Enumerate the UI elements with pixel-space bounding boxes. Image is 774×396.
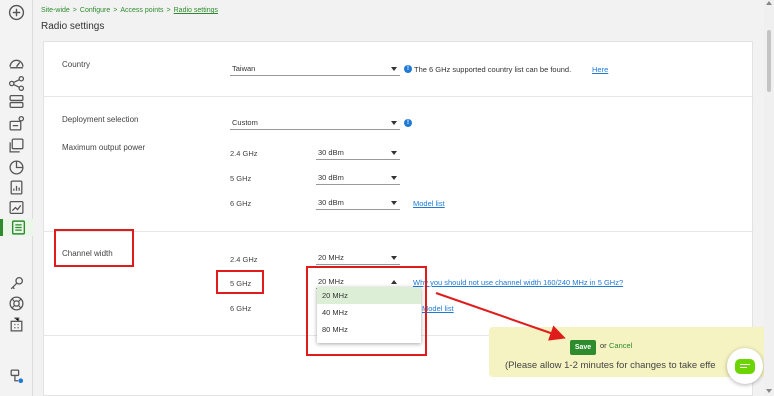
dashboard-icon[interactable] bbox=[8, 55, 25, 72]
power-band-label: 5 GHz bbox=[230, 174, 252, 183]
breadcrumb-separator: > bbox=[113, 7, 118, 14]
power-band-label: 6 GHz bbox=[230, 199, 252, 208]
power-5ghz-select[interactable]: 30 dBm bbox=[316, 171, 400, 185]
highlight-dropdown bbox=[306, 266, 427, 356]
add-icon[interactable] bbox=[8, 4, 25, 21]
save-or-text: or bbox=[600, 341, 607, 350]
divider bbox=[44, 96, 754, 97]
chevron-down-icon bbox=[391, 256, 397, 260]
maximum-output-power-label: Maximum output power bbox=[62, 143, 146, 152]
save-note: (Please allow 1-2 minutes for changes to… bbox=[505, 360, 716, 371]
chat-icon bbox=[735, 358, 755, 374]
cancel-link[interactable]: Cancel bbox=[609, 341, 632, 350]
devices-icon[interactable] bbox=[8, 93, 25, 110]
channel-width-info-link[interactable]: Why you should not use channel width 160… bbox=[413, 278, 623, 287]
divider bbox=[44, 231, 754, 232]
channel-width-2-4ghz-value: 20 MHz bbox=[318, 253, 344, 262]
breadcrumb: Site-wide > Configure > Access points > Radio … bbox=[41, 7, 218, 14]
monitor-icon[interactable] bbox=[8, 137, 25, 154]
breadcrumb-item-site-wide[interactable]: Site-wide bbox=[41, 7, 70, 14]
highlight-channel-width bbox=[54, 229, 134, 267]
scroll-thumb[interactable] bbox=[767, 30, 771, 92]
trend-icon[interactable] bbox=[8, 199, 25, 216]
chat-button[interactable] bbox=[727, 348, 763, 384]
power-6ghz-select[interactable]: 30 dBm bbox=[316, 196, 400, 210]
country-select[interactable]: Taiwan bbox=[230, 62, 400, 76]
model-list-link[interactable]: Model list bbox=[413, 199, 445, 208]
breadcrumb-item-configure[interactable]: Configure bbox=[80, 7, 110, 14]
highlight-5ghz bbox=[216, 270, 264, 294]
radio-settings-icon[interactable] bbox=[0, 219, 33, 236]
help-icon[interactable] bbox=[8, 295, 25, 312]
scrollbar[interactable] bbox=[764, 0, 774, 396]
power-6ghz-value: 30 dBm bbox=[318, 198, 344, 207]
channel-band-label: 2.4 GHz bbox=[230, 255, 258, 264]
breadcrumb-separator: > bbox=[166, 7, 171, 14]
breadcrumb-item-access-points[interactable]: Access points bbox=[120, 7, 163, 14]
chevron-down-icon bbox=[391, 151, 397, 155]
save-button[interactable]: Save bbox=[570, 340, 596, 355]
info-icon[interactable]: ! bbox=[404, 65, 412, 73]
country-label: Country bbox=[62, 60, 91, 69]
building-icon[interactable] bbox=[8, 316, 25, 333]
pie-chart-icon[interactable] bbox=[8, 159, 25, 176]
key-icon[interactable] bbox=[8, 275, 25, 292]
power-5ghz-value: 30 dBm bbox=[318, 173, 344, 182]
info-icon[interactable]: ! bbox=[404, 119, 412, 127]
deployment-select[interactable]: Custom bbox=[230, 116, 400, 130]
country-select-value: Taiwan bbox=[232, 64, 256, 73]
country-list-link[interactable]: Here bbox=[592, 65, 608, 74]
deployment-select-value: Custom bbox=[232, 118, 258, 127]
breadcrumb-item-radio-settings[interactable]: Radio settings bbox=[174, 7, 218, 14]
chevron-down-icon bbox=[391, 121, 397, 125]
power-band-label: 2.4 GHz bbox=[230, 149, 258, 158]
country-note: The 6 GHz supported country list can be … bbox=[414, 65, 572, 74]
channel-band-label: 6 GHz bbox=[230, 304, 252, 313]
deployment-selection-label: Deployment selection bbox=[62, 115, 139, 124]
chevron-down-icon bbox=[391, 67, 397, 71]
report-icon[interactable] bbox=[8, 179, 25, 196]
page-title: Radio settings bbox=[41, 21, 105, 32]
top-bar: Site-wide > Configure > Access points > Radio … bbox=[33, 0, 774, 40]
scroll-down-icon[interactable] bbox=[766, 389, 772, 393]
access-point-config-icon[interactable] bbox=[8, 115, 25, 132]
chevron-down-icon bbox=[391, 176, 397, 180]
channel-width-2-4ghz-select[interactable]: 20 MHz bbox=[316, 251, 400, 265]
chevron-down-icon bbox=[391, 201, 397, 205]
topology-icon[interactable] bbox=[8, 75, 25, 92]
power-2-4ghz-select[interactable]: 30 dBm bbox=[316, 146, 400, 160]
left-nav-rail bbox=[0, 0, 33, 396]
org-icon[interactable] bbox=[8, 368, 25, 385]
power-2-4ghz-value: 30 dBm bbox=[318, 148, 344, 157]
scroll-up-icon[interactable] bbox=[766, 1, 772, 5]
breadcrumb-separator: > bbox=[72, 7, 77, 14]
